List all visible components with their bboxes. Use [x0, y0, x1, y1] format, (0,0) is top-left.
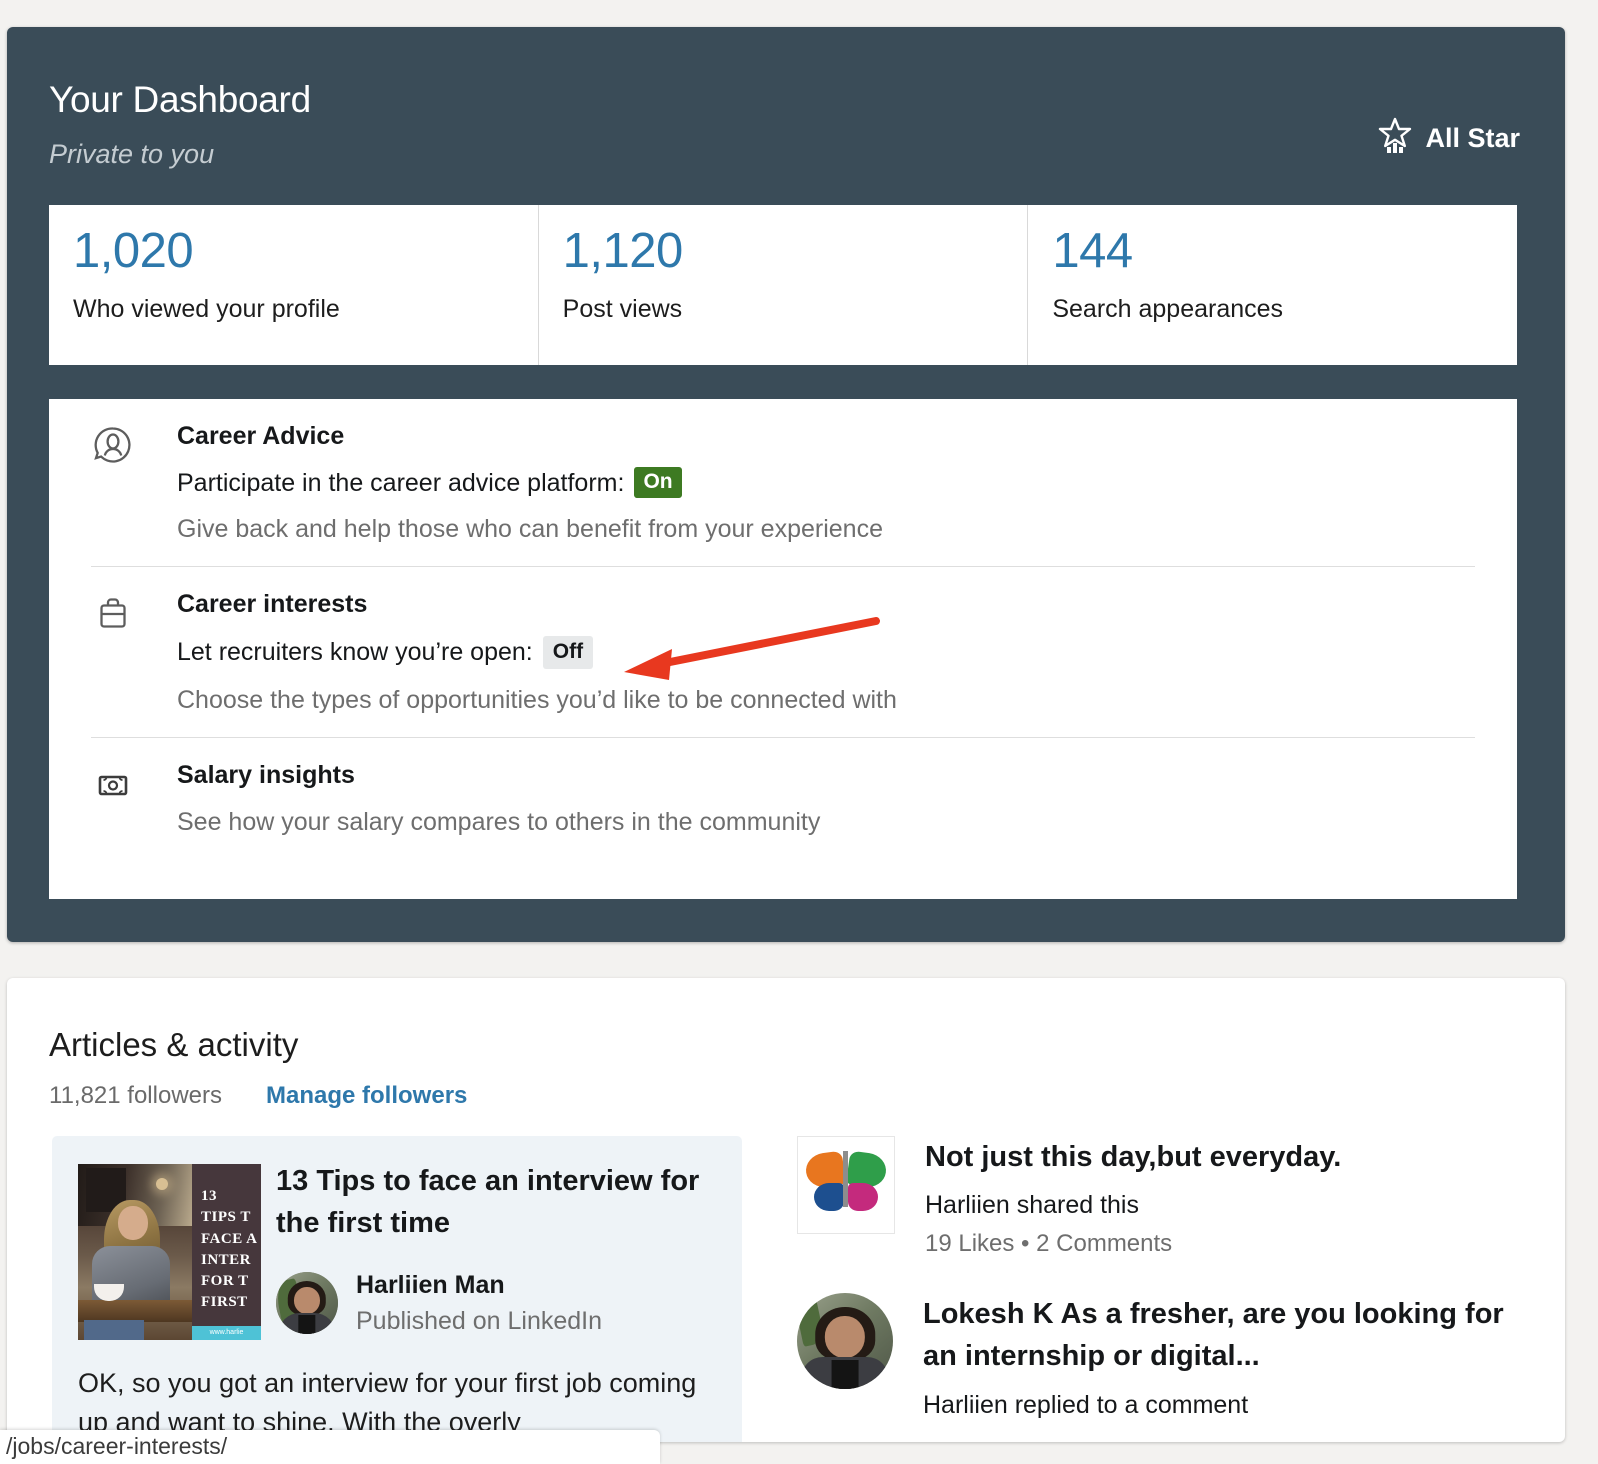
- row-heading: Career interests: [177, 590, 368, 619]
- article-author-row: Harliien Man Published on LinkedIn: [276, 1270, 602, 1336]
- article-thumbnail-photo: [78, 1164, 192, 1340]
- activity-title[interactable]: Not just this day,but everyday.: [925, 1136, 1341, 1178]
- row-toggle-text: Participate in the career advice platfor…: [177, 468, 625, 497]
- activity-list: Not just this day,but everyday. Harliien…: [797, 1136, 1517, 1442]
- article-author-sub: Published on LinkedIn: [356, 1307, 603, 1335]
- row-career-interests[interactable]: Career interests Let recruiters know you…: [91, 566, 1475, 736]
- stat-post-views[interactable]: 1,120 Post views: [537, 205, 1028, 365]
- thumb-url-strip: www.harlie: [192, 1326, 261, 1340]
- row-salary-insights[interactable]: Salary insights See how your salary comp…: [91, 736, 1475, 859]
- row-description: Give back and help those who can benefit…: [177, 515, 883, 544]
- banknote-icon: [91, 762, 135, 806]
- row-toggle-line: Let recruiters know you’re open: Off: [177, 635, 1475, 669]
- thumb-line: FIRST: [201, 1294, 248, 1311]
- row-heading: Salary insights: [177, 760, 355, 789]
- butterfly-icon: [797, 1136, 895, 1234]
- stat-search-appearances[interactable]: 144 Search appearances: [1027, 205, 1517, 365]
- article-author-name: Harliien Man: [356, 1271, 505, 1299]
- row-career-advice[interactable]: Career Advice Participate in the career …: [91, 399, 1475, 566]
- activity-title[interactable]: Lokesh K As a fresher, are you looking f…: [923, 1293, 1517, 1378]
- section-title: Articles & activity: [49, 1026, 299, 1063]
- manage-followers-link[interactable]: Manage followers: [266, 1082, 467, 1110]
- activity-subtitle: Harliien replied to a comment: [923, 1390, 1249, 1419]
- stat-value: 144: [1052, 224, 1133, 278]
- avatar: [276, 1272, 338, 1334]
- career-interests-toggle-badge[interactable]: Off: [542, 635, 594, 669]
- dashboard-stats: 1,020 Who viewed your profile 1,120 Post…: [49, 205, 1517, 365]
- thumb-line: 13: [201, 1188, 217, 1204]
- browser-status-bar-url: /jobs/career-interests/: [0, 1430, 660, 1464]
- row-toggle-text: Let recruiters know you’re open:: [177, 638, 533, 667]
- page-title: Your Dashboard: [49, 79, 311, 120]
- thumb-line: FOR T: [201, 1273, 249, 1290]
- thumb-line: TIPS T: [201, 1209, 251, 1226]
- career-advice-icon: [91, 423, 135, 467]
- stat-value: 1,020: [73, 224, 194, 278]
- followers-row: 11,821 followers Manage followers: [49, 1082, 467, 1110]
- row-description: Choose the types of opportunities you’d …: [177, 685, 897, 714]
- briefcase-icon: [91, 591, 135, 635]
- row-heading: Career Advice: [177, 422, 345, 450]
- all-star-label: All Star: [1425, 123, 1520, 153]
- row-toggle-line: Participate in the career advice platfor…: [177, 467, 1475, 499]
- stat-label: Search appearances: [1052, 295, 1284, 323]
- dashboard-privacy-note: Private to you: [49, 139, 215, 169]
- stat-who-viewed-your-profile[interactable]: 1,020 Who viewed your profile: [49, 205, 538, 365]
- article-thumbnail-text-panel: 13 TIPS T FACE A INTER FOR T FIRST: [192, 1164, 261, 1340]
- row-description: See how your salary compares to others i…: [177, 808, 821, 837]
- thumb-line: INTER: [201, 1251, 252, 1268]
- avatar: [797, 1293, 893, 1390]
- featured-article-tile[interactable]: 13 TIPS T FACE A INTER FOR T FIRST www.h…: [52, 1136, 742, 1442]
- your-dashboard-card: Your Dashboard Private to you All Star 1…: [7, 27, 1565, 942]
- article-title[interactable]: 13 Tips to face an interview for the fir…: [276, 1160, 706, 1245]
- stat-label: Who viewed your profile: [73, 295, 340, 323]
- career-advice-toggle-badge[interactable]: On: [634, 467, 682, 499]
- star-bar-chart-icon: [1378, 117, 1412, 160]
- stat-label: Post views: [562, 295, 683, 323]
- list-item[interactable]: Not just this day,but everyday. Harliien…: [797, 1136, 1517, 1259]
- articles-and-activity-card: Articles & activity 11,821 followers Man…: [7, 978, 1565, 1442]
- stat-value: 1,120: [562, 224, 684, 278]
- all-star-badge[interactable]: All Star: [1378, 117, 1520, 160]
- activity-subtitle: Harliien shared this: [925, 1191, 1139, 1220]
- dashboard-settings-card: Career Advice Participate in the career …: [49, 399, 1517, 899]
- list-item[interactable]: Lokesh K As a fresher, are you looking f…: [797, 1293, 1517, 1420]
- activity-stats: 19 Likes • 2 Comments: [925, 1230, 1173, 1258]
- article-thumbnail: 13 TIPS T FACE A INTER FOR T FIRST www.h…: [78, 1164, 261, 1340]
- thumb-line: FACE A: [201, 1230, 258, 1247]
- linkedin-profile-dashboard-page: Your Dashboard Private to you All Star 1…: [0, 0, 1598, 1464]
- followers-count: 11,821 followers: [49, 1082, 222, 1109]
